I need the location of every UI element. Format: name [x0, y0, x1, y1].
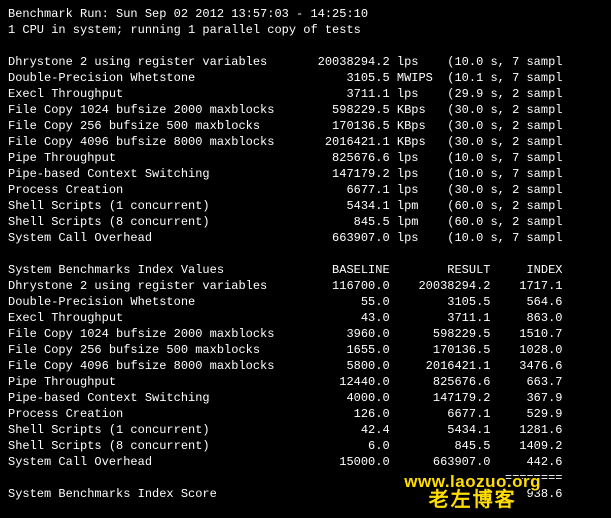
terminal-output: Benchmark Run: Sun Sep 02 2012 13:57:03 …	[8, 6, 603, 502]
index-row: Shell Scripts (1 concurrent) 42.4 5434.1…	[8, 422, 603, 438]
index-row: Double-Precision Whetstone 55.0 3105.5 5…	[8, 294, 603, 310]
test-row: File Copy 256 bufsize 500 maxblocks 1701…	[8, 118, 603, 134]
cpu-line: 1 CPU in system; running 1 parallel copy…	[8, 22, 603, 38]
test-row: Dhrystone 2 using register variables 200…	[8, 54, 603, 70]
test-row: Double-Precision Whetstone 3105.5 MWIPS …	[8, 70, 603, 86]
score-rule: ========	[8, 470, 603, 486]
index-header: System Benchmarks Index Values BASELINE …	[8, 262, 603, 278]
score-line: System Benchmarks Index Score 938.6	[8, 486, 603, 502]
benchmark-run-line: Benchmark Run: Sun Sep 02 2012 13:57:03 …	[8, 6, 603, 22]
index-row: File Copy 256 bufsize 500 maxblocks 1655…	[8, 342, 603, 358]
index-row: Pipe-based Context Switching 4000.0 1471…	[8, 390, 603, 406]
test-row: Execl Throughput 3711.1 lps (29.9 s, 2 s…	[8, 86, 603, 102]
index-row: File Copy 4096 bufsize 8000 maxblocks 58…	[8, 358, 603, 374]
test-row: Pipe-based Context Switching 147179.2 lp…	[8, 166, 603, 182]
index-row: System Call Overhead 15000.0 663907.0 44…	[8, 454, 603, 470]
test-row: File Copy 1024 bufsize 2000 maxblocks 59…	[8, 102, 603, 118]
index-row: Shell Scripts (8 concurrent) 6.0 845.5 1…	[8, 438, 603, 454]
test-row: Shell Scripts (1 concurrent) 5434.1 lpm …	[8, 198, 603, 214]
index-row: Dhrystone 2 using register variables 116…	[8, 278, 603, 294]
blank-line	[8, 246, 603, 262]
index-row: File Copy 1024 bufsize 2000 maxblocks 39…	[8, 326, 603, 342]
test-row: File Copy 4096 bufsize 8000 maxblocks 20…	[8, 134, 603, 150]
test-row: System Call Overhead 663907.0 lps (10.0 …	[8, 230, 603, 246]
blank-line	[8, 38, 603, 54]
test-row: Pipe Throughput 825676.6 lps (10.0 s, 7 …	[8, 150, 603, 166]
test-row: Shell Scripts (8 concurrent) 845.5 lpm (…	[8, 214, 603, 230]
index-row: Process Creation 126.0 6677.1 529.9	[8, 406, 603, 422]
index-row: Execl Throughput 43.0 3711.1 863.0	[8, 310, 603, 326]
index-row: Pipe Throughput 12440.0 825676.6 663.7	[8, 374, 603, 390]
test-row: Process Creation 6677.1 lps (30.0 s, 2 s…	[8, 182, 603, 198]
